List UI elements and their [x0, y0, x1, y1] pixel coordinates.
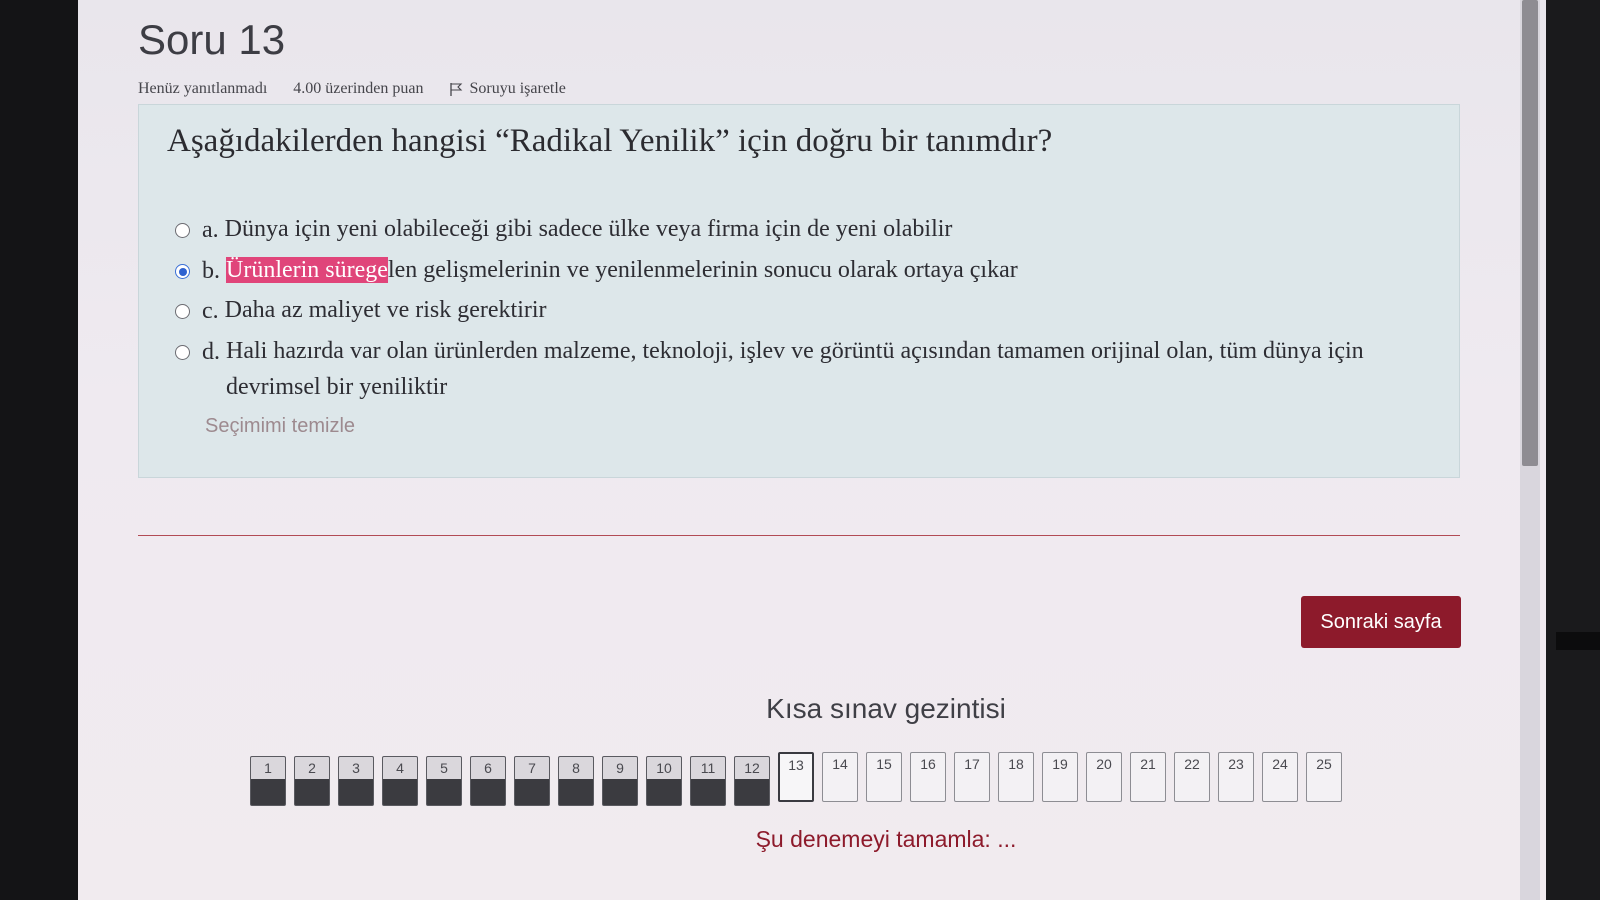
flag-question-label: Soruyu işaretle	[469, 80, 566, 97]
quiz-nav-button-13[interactable]: 13	[778, 752, 814, 802]
question-info: Henüz yanıtlanmadı 4.00 üzerinden puan S…	[138, 79, 566, 99]
bezel-edge	[1556, 632, 1600, 650]
quiz-nav-button-11[interactable]: 11	[690, 756, 726, 806]
option-b-radio[interactable]	[175, 264, 190, 279]
quiz-nav-button-14[interactable]: 14	[822, 752, 858, 802]
quiz-nav-button-15[interactable]: 15	[866, 752, 902, 802]
option-a-letter: a.	[202, 217, 219, 243]
option-d-radio[interactable]	[175, 345, 190, 360]
quiz-nav-button-3[interactable]: 3	[338, 756, 374, 806]
divider	[138, 535, 1460, 536]
quiz-nav-button-5[interactable]: 5	[426, 756, 462, 806]
quiz-nav-button-25[interactable]: 25	[1306, 752, 1342, 802]
quiz-nav-button-17[interactable]: 17	[954, 752, 990, 802]
browser-viewport: Soru 13 Henüz yanıtlanmadı 4.00 üzerinde…	[78, 0, 1546, 900]
quiz-nav-button-9[interactable]: 9	[602, 756, 638, 806]
next-page-button[interactable]: Sonraki sayfa	[1301, 596, 1461, 648]
quiz-nav-button-6[interactable]: 6	[470, 756, 506, 806]
question-status: Henüz yanıtlanmadı	[138, 80, 268, 97]
quiz-nav-button-20[interactable]: 20	[1086, 752, 1122, 802]
option-b-label: len gelişmelerinin ve yenilenmelerinin s…	[387, 257, 1018, 283]
finish-attempt-link[interactable]: Şu denemeyi tamamla: ...	[638, 826, 1134, 853]
scrollbar-thumb[interactable]	[1522, 0, 1538, 466]
option-c-letter: c.	[202, 298, 219, 324]
option-b-letter: b.	[202, 258, 220, 284]
quiz-nav-button-16[interactable]: 16	[910, 752, 946, 802]
option-b[interactable]: b. Ürünlerin süregelen gelişmelerinin ve…	[175, 257, 1018, 288]
question-points: 4.00 üzerinden puan	[293, 80, 424, 97]
quiz-nav-button-18[interactable]: 18	[998, 752, 1034, 802]
option-a[interactable]: a. Dünya için yeni olabileceği gibi sade…	[175, 216, 952, 247]
option-c-text: Daha az maliyet ve risk gerektirir	[225, 292, 547, 328]
flag-icon	[450, 82, 463, 96]
option-a-text: Dünya için yeni olabileceği gibi sadece …	[225, 211, 953, 247]
option-d[interactable]: d. Hali hazırda var olan ürünlerden malz…	[175, 338, 1365, 405]
option-d-label: Hali hazırda var olan ürünlerden malzeme…	[226, 338, 1364, 400]
quiz-nav-button-21[interactable]: 21	[1130, 752, 1166, 802]
question-box: Aşağıdakilerden hangisi “Radikal Yenilik…	[138, 104, 1460, 478]
quiz-nav-button-4[interactable]: 4	[382, 756, 418, 806]
flag-question-link[interactable]: Soruyu işaretle	[449, 80, 566, 98]
quiz-nav-button-7[interactable]: 7	[514, 756, 550, 806]
option-c-radio[interactable]	[175, 304, 190, 319]
option-b-highlighted-text: Ürünlerin sürege	[226, 257, 388, 283]
question-title: Soru 13	[138, 16, 286, 63]
option-c[interactable]: c. Daha az maliyet ve risk gerektirir	[175, 297, 547, 328]
option-d-letter: d.	[202, 339, 220, 365]
quiz-nav-button-2[interactable]: 2	[294, 756, 330, 806]
quiz-nav-button-10[interactable]: 10	[646, 756, 682, 806]
option-c-label: Daha az maliyet ve risk gerektirir	[224, 297, 547, 323]
quiz-nav-button-12[interactable]: 12	[734, 756, 770, 806]
quiz-nav-button-22[interactable]: 22	[1174, 752, 1210, 802]
quiz-nav-button-8[interactable]: 8	[558, 756, 594, 806]
monitor-bezel	[1546, 0, 1600, 900]
quiz-navigation-title: Kısa sınav gezintisi	[766, 693, 1006, 724]
option-b-text: Ürünlerin süregelen gelişmelerinin ve ye…	[226, 252, 1018, 288]
quiz-nav-button-24[interactable]: 24	[1262, 752, 1298, 802]
clear-selection-link[interactable]: Seçimimi temizle	[205, 415, 355, 438]
option-a-radio[interactable]	[175, 223, 190, 238]
quiz-nav-button-19[interactable]: 19	[1042, 752, 1078, 802]
quiz-nav-button-23[interactable]: 23	[1218, 752, 1254, 802]
quiz-nav-button-1[interactable]: 1	[250, 756, 286, 806]
option-d-text: Hali hazırda var olan ürünlerden malzeme…	[226, 333, 1365, 405]
question-text: Aşağıdakilerden hangisi “Radikal Yenilik…	[167, 123, 1053, 159]
option-a-label: Dünya için yeni olabileceği gibi sadece …	[224, 216, 953, 242]
